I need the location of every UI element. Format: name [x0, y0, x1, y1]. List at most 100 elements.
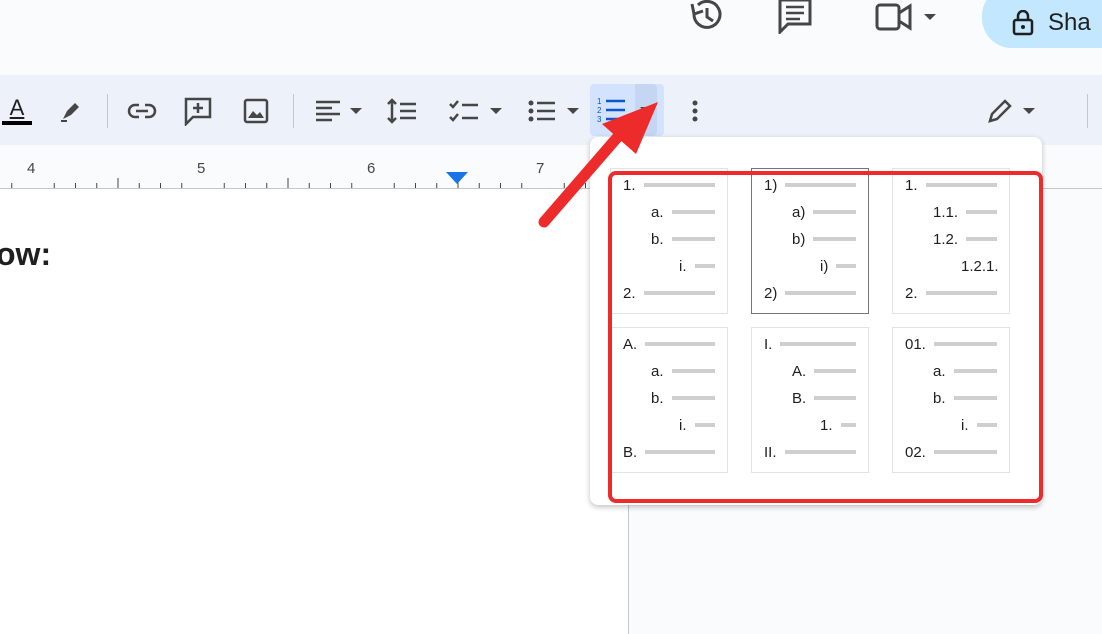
preset-row-label: A.: [623, 335, 638, 353]
list-preset-6[interactable]: 01. a. b. i. 02.: [892, 327, 1010, 473]
insert-image-button[interactable]: [238, 91, 274, 131]
preset-row: 1.1.: [933, 202, 997, 222]
preset-row-line: [814, 369, 856, 373]
top-bar: Sha: [0, 0, 1102, 75]
preset-row-line: [671, 210, 715, 214]
image-icon: [243, 98, 269, 124]
preset-row-line: [925, 291, 997, 295]
preset-row-label: 1): [764, 176, 778, 194]
preset-row: 2.: [623, 283, 715, 303]
link-icon: [127, 103, 157, 119]
preset-row-line: [953, 396, 997, 400]
preset-row-line: [966, 237, 997, 241]
preset-row: B.: [623, 442, 715, 462]
document-page[interactable]: [0, 189, 629, 634]
preset-row-label: b.: [651, 230, 664, 248]
ruler-number: 5: [197, 160, 206, 177]
chevron-down-icon[interactable]: [350, 108, 362, 114]
preset-row: b.: [933, 388, 997, 408]
preset-row-label: II.: [764, 443, 777, 461]
list-preset-3[interactable]: 1. 1.1. 1.2. 1.2.1. 2.: [892, 168, 1010, 314]
preset-row-line: [966, 210, 997, 214]
preset-row-line: [694, 264, 715, 268]
share-label: Sha: [1048, 9, 1091, 36]
preset-row: b): [792, 229, 856, 249]
preset-row-label: 1.2.1.: [961, 257, 999, 275]
preset-row: 1): [764, 175, 856, 195]
highlighter-icon: [61, 103, 79, 122]
text-color-bar: [2, 121, 32, 125]
preset-row-label: b.: [933, 389, 946, 407]
preset-row-label: a.: [651, 362, 664, 380]
preset-row-label: 2.: [623, 284, 636, 302]
preset-row-label: 1.: [820, 416, 833, 434]
preset-row-line: [840, 423, 856, 427]
share-button[interactable]: Sha: [982, 0, 1102, 48]
preset-row: B.: [792, 388, 856, 408]
preset-row-label: 1.: [905, 176, 918, 194]
pencil-icon: [988, 99, 1012, 123]
preset-row: b.: [651, 388, 715, 408]
preset-row-label: i): [820, 257, 829, 275]
list-preset-2[interactable]: 1) a) b) i) 2): [751, 168, 869, 314]
separator: [107, 94, 108, 128]
preset-row: a.: [933, 361, 997, 381]
preset-row: i): [820, 256, 856, 276]
preset-row-label: 1.1.: [933, 203, 959, 221]
comments-icon[interactable]: [775, 0, 815, 34]
separator: [1087, 94, 1088, 128]
meet-icon[interactable]: [870, 0, 940, 34]
preset-row-line: [671, 396, 715, 400]
preset-row: 01.: [905, 334, 997, 354]
preset-row: 1.: [820, 415, 856, 435]
more-options-button[interactable]: [680, 91, 710, 131]
preset-row-line: [953, 369, 997, 373]
preset-row: b.: [651, 229, 715, 249]
chevron-down-icon[interactable]: [924, 14, 936, 20]
preset-row: i.: [679, 256, 715, 276]
chevron-down-icon[interactable]: [1023, 108, 1035, 114]
preset-row: i.: [679, 415, 715, 435]
insert-link-button[interactable]: [124, 91, 160, 131]
preset-row: 1.2.: [933, 229, 997, 249]
preset-row: 02.: [905, 442, 997, 462]
align-left-icon: [316, 100, 340, 122]
align-button[interactable]: [308, 91, 368, 131]
preset-row-label: B.: [623, 443, 638, 461]
highlight-button[interactable]: [54, 91, 88, 131]
list-preset-4[interactable]: A. a. b. i. B.: [610, 327, 728, 473]
separator: [293, 94, 294, 128]
preset-row: A.: [623, 334, 715, 354]
more-vert-icon: [692, 100, 698, 122]
preset-row: II.: [764, 442, 856, 462]
preset-row: a.: [651, 361, 715, 381]
add-comment-button[interactable]: [180, 91, 216, 131]
preset-row-line: [780, 342, 856, 346]
list-preset-5[interactable]: I. A. B. 1. II.: [751, 327, 869, 473]
preset-row-line: [933, 450, 997, 454]
preset-row-line: [694, 423, 715, 427]
preset-row-line: [645, 450, 715, 454]
preset-row-line: [925, 183, 997, 187]
preset-row: 1.2.1.: [961, 256, 999, 276]
preset-row-label: i.: [679, 416, 687, 434]
ruler-number: 6: [367, 160, 376, 177]
preset-row-line: [785, 291, 856, 295]
editing-mode-button[interactable]: [980, 91, 1042, 131]
preset-row-line: [933, 342, 997, 346]
preset-row-label: A.: [792, 362, 807, 380]
preset-row-line: [813, 210, 856, 214]
text-color-button[interactable]: A: [0, 91, 34, 131]
preset-row-label: 02.: [905, 443, 926, 461]
preset-row-label: 2): [764, 284, 778, 302]
checklist-button[interactable]: [444, 91, 506, 131]
preset-row: 1.: [905, 175, 997, 195]
version-history-icon[interactable]: [687, 0, 727, 34]
right-indent-marker[interactable]: [446, 172, 468, 186]
text-color-letter: A: [9, 95, 25, 120]
line-spacing-button[interactable]: [384, 91, 420, 131]
chevron-down-icon[interactable]: [490, 108, 502, 114]
preset-row-line: [643, 291, 715, 295]
preset-row-label: I.: [764, 335, 773, 353]
preset-row-label: 1.2.: [933, 230, 959, 248]
